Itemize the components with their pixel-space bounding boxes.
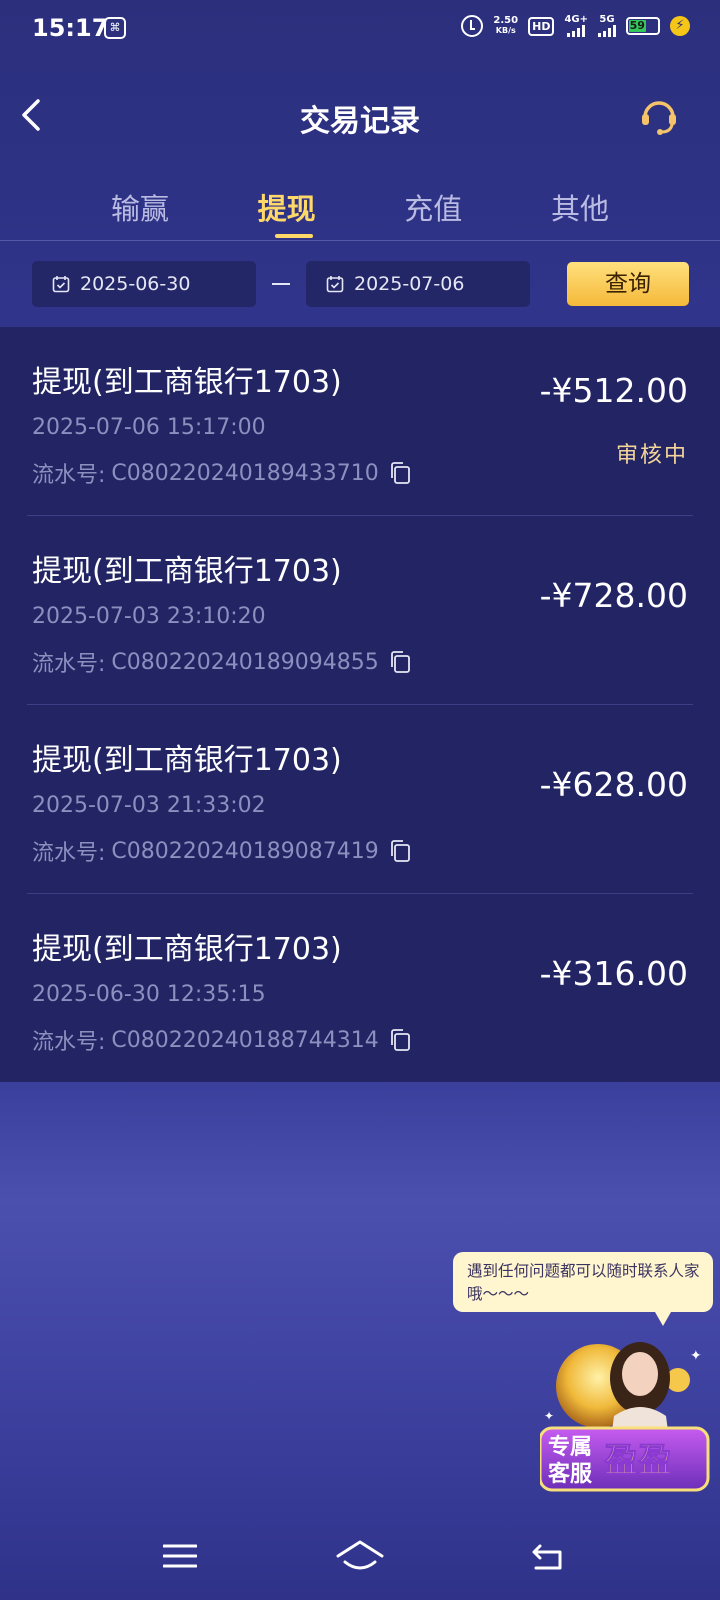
record-time: 2025-07-03 21:33:02 xyxy=(32,793,266,818)
record-serial: 流水号: C080220240189433710 xyxy=(32,457,411,489)
record-serial: 流水号: C080220240189087419 xyxy=(32,835,411,867)
serial-label: 流水号: xyxy=(32,841,106,866)
list-item[interactable]: 提现(到工商银行1703) 2025-07-03 21:33:02 流水号: C… xyxy=(27,705,693,893)
signal-4g-icon: 4G+ xyxy=(564,15,588,37)
record-time: 2025-07-03 23:10:20 xyxy=(32,604,266,629)
app-notification-icon: ⌘ xyxy=(104,17,126,39)
record-amount: -¥512.00 xyxy=(539,371,688,410)
charging-icon: ⚡ xyxy=(670,16,690,36)
status-bar: 15:17 ⌘ 2.50 KB/s HD 4G+ 5G 59 ⚡ xyxy=(0,0,720,58)
copy-icon[interactable] xyxy=(389,1028,411,1052)
list-item[interactable]: 提现(到工商银行1703) 2025-07-06 15:17:00 流水号: C… xyxy=(27,327,693,515)
headset-icon[interactable] xyxy=(638,94,680,136)
status-time: 15:17 xyxy=(32,14,109,42)
calendar-icon xyxy=(52,276,70,293)
battery-icon: 59 xyxy=(626,17,660,35)
record-title: 提现(到工商银行1703) xyxy=(32,743,342,778)
start-date-value: 2025-06-30 xyxy=(80,273,191,295)
serial-number: C080220240188744314 xyxy=(111,1027,379,1053)
return-icon[interactable] xyxy=(530,1540,568,1572)
net-speed-unit: KB/s xyxy=(495,26,516,35)
record-title: 提现(到工商银行1703) xyxy=(32,554,342,589)
net-speed: 2.50 KB/s xyxy=(493,16,518,36)
copy-icon[interactable] xyxy=(389,839,411,863)
record-title: 提现(到工商银行1703) xyxy=(32,365,342,400)
network-label: 4G+ xyxy=(564,14,588,25)
serial-label: 流水号: xyxy=(32,1030,106,1055)
end-date-value: 2025-07-06 xyxy=(354,273,465,295)
status-badge: 审核中 xyxy=(615,443,688,468)
copy-icon[interactable] xyxy=(389,461,411,485)
badge-text-1: 专属 xyxy=(548,1434,592,1460)
net-speed-value: 2.50 xyxy=(493,15,519,26)
app-header: 交易记录 xyxy=(0,80,720,150)
record-amount: -¥316.00 xyxy=(539,954,688,993)
copy-icon[interactable] xyxy=(389,650,411,674)
serial-label: 流水号: xyxy=(32,652,106,677)
signal-5g-icon: 5G xyxy=(598,15,616,37)
hd-icon: HD xyxy=(528,16,555,36)
calendar-icon xyxy=(326,276,344,293)
tab-recharge[interactable]: 充值 xyxy=(373,186,493,238)
record-serial: 流水号: C080220240189094855 xyxy=(32,646,411,678)
support-tooltip[interactable]: 遇到任何问题都可以随时联系人家哦～～～ xyxy=(453,1252,713,1326)
serial-label: 流水号: xyxy=(32,463,106,488)
list-item[interactable]: 提现(到工商银行1703) 2025-07-03 23:10:20 流水号: C… xyxy=(27,516,693,704)
tab-win-loss[interactable]: 输赢 xyxy=(80,186,200,238)
end-date-picker[interactable]: 2025-07-06 xyxy=(306,261,530,307)
serial-number: C080220240189087419 xyxy=(111,838,379,864)
system-nav-bar xyxy=(0,1520,720,1600)
tab-bar: 输赢 提现 充值 其他 xyxy=(80,186,640,238)
tab-other[interactable]: 其他 xyxy=(520,186,640,238)
network-label-2: 5G xyxy=(599,14,615,25)
badge-text-2: 客服 xyxy=(548,1461,593,1487)
svg-text:✦: ✦ xyxy=(544,1409,554,1423)
customer-service-avatar[interactable]: 专属 客服 盈盈 ✦ ✦ xyxy=(540,1336,710,1496)
tab-divider xyxy=(0,240,720,241)
record-amount: -¥628.00 xyxy=(539,765,688,804)
tab-withdraw[interactable]: 提现 xyxy=(227,186,347,238)
record-amount: -¥728.00 xyxy=(539,576,688,615)
date-filter: 2025-06-30 2025-07-06 查询 xyxy=(0,261,720,307)
record-time: 2025-07-06 15:17:00 xyxy=(32,415,266,440)
svg-text:✦: ✦ xyxy=(690,1348,702,1364)
alarm-icon xyxy=(461,15,484,37)
battery-level: 59 xyxy=(629,19,646,32)
record-serial: 流水号: C080220240188744314 xyxy=(32,1024,411,1056)
page-title: 交易记录 xyxy=(300,104,420,139)
transaction-list: 提现(到工商银行1703) 2025-07-06 15:17:00 流水号: C… xyxy=(0,327,720,1082)
menu-icon[interactable] xyxy=(163,1542,197,1570)
status-icons: 2.50 KB/s HD 4G+ 5G 59 ⚡ xyxy=(461,15,690,37)
record-time: 2025-06-30 12:35:15 xyxy=(32,982,266,1007)
list-item[interactable]: 提现(到工商银行1703) 2025-06-30 12:35:15 流水号: C… xyxy=(27,894,693,1082)
badge-name: 盈盈 xyxy=(604,1441,672,1481)
date-range-dash xyxy=(272,283,290,285)
serial-number: C080220240189094855 xyxy=(111,649,379,675)
home-icon[interactable] xyxy=(335,1538,385,1574)
start-date-picker[interactable]: 2025-06-30 xyxy=(32,261,256,307)
record-title: 提现(到工商银行1703) xyxy=(32,932,342,967)
serial-number: C080220240189433710 xyxy=(111,460,379,486)
query-button[interactable]: 查询 xyxy=(567,262,689,306)
